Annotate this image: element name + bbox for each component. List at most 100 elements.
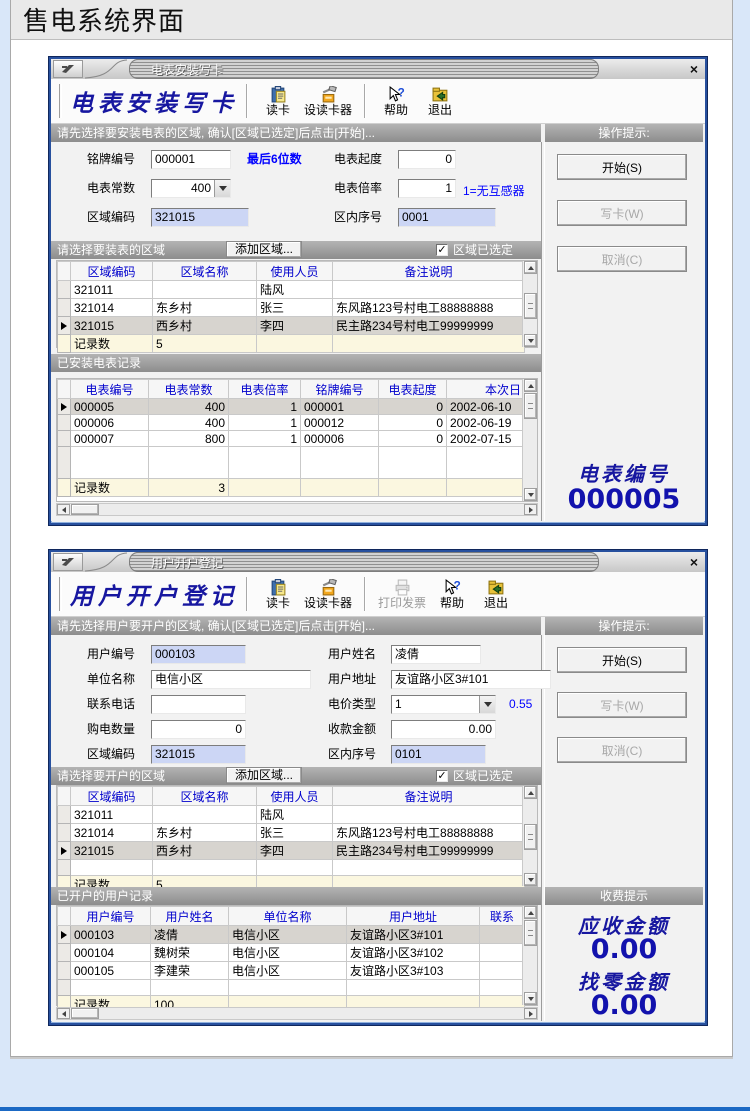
multiplier-input[interactable]: 1 bbox=[398, 179, 456, 198]
help-button[interactable]: ? 帮助 bbox=[374, 84, 418, 118]
scroll-thumb[interactable] bbox=[524, 824, 537, 850]
scroll-left-icon[interactable] bbox=[57, 1008, 70, 1019]
user-addr-input[interactable]: 友谊路小区3#101 bbox=[391, 670, 551, 689]
window2-titlebar[interactable]: 用户开户登记 × bbox=[51, 552, 705, 572]
table-row-selected[interactable]: 321015西乡村 李四民主路234号村电工99999999 bbox=[58, 842, 525, 860]
start-reading-input[interactable]: 0 bbox=[398, 150, 456, 169]
col-user-person: 使用人员 bbox=[257, 262, 333, 281]
content-panel: 售电系统界面 电表安装写卡 × 电表安装写卡 读卡 bbox=[10, 0, 733, 1057]
price-type-combobox[interactable]: 1 bbox=[391, 695, 496, 714]
phone-input[interactable] bbox=[151, 695, 246, 714]
nameplate-label: 铭牌编号 bbox=[87, 150, 135, 169]
area-code-input[interactable]: 321015 bbox=[151, 745, 246, 764]
table-row[interactable]: 000104魏树荣 电信小区友谊路小区3#102 bbox=[58, 944, 525, 962]
scroll-down-icon[interactable] bbox=[524, 992, 537, 1005]
scroll-thumb[interactable] bbox=[524, 920, 537, 946]
area-seq-input[interactable]: 0001 bbox=[398, 208, 496, 227]
horizontal-scrollbar[interactable] bbox=[56, 503, 538, 516]
region-selected-checkbox[interactable] bbox=[436, 770, 448, 782]
receivable-value: 0.00 bbox=[545, 934, 703, 965]
dropdown-arrow-icon[interactable] bbox=[214, 180, 230, 197]
table-filler bbox=[58, 447, 525, 479]
amount-input[interactable]: 0.00 bbox=[391, 720, 496, 739]
set-reader-label: 设读卡器 bbox=[304, 103, 352, 117]
table-row[interactable]: 000105李建荣 电信小区友谊路小区3#103 bbox=[58, 962, 525, 980]
print-invoice-button[interactable]: 打印发票 bbox=[374, 577, 430, 611]
cancel-button[interactable]: 取消(C) bbox=[557, 246, 687, 272]
amount-label: 收款金额 bbox=[328, 720, 376, 739]
table-row-selected[interactable]: 321015西乡村 李四民主路234号村电工99999999 bbox=[58, 317, 525, 335]
dropdown-arrow-icon[interactable] bbox=[479, 696, 495, 713]
area-code-label: 区域编码 bbox=[87, 745, 135, 764]
help-button[interactable]: ? 帮助 bbox=[430, 577, 474, 611]
region-selected-checkbox[interactable] bbox=[436, 244, 448, 256]
start-button[interactable]: 开始(S) bbox=[557, 154, 687, 180]
scroll-up-icon[interactable] bbox=[524, 786, 537, 799]
read-card-button[interactable]: 读卡 bbox=[256, 577, 300, 611]
table-row[interactable]: 321011 陆风 bbox=[58, 281, 525, 299]
exit-button[interactable]: 退出 bbox=[474, 577, 518, 611]
area-seq-input[interactable]: 0101 bbox=[391, 745, 486, 764]
table-row-selected[interactable]: 000005400 1000001 02002-06-10 bbox=[58, 399, 525, 415]
scroll-up-icon[interactable] bbox=[524, 379, 537, 392]
area-code-input[interactable]: 321015 bbox=[151, 208, 249, 227]
constant-label: 电表常数 bbox=[87, 179, 135, 198]
purchase-qty-input[interactable]: 0 bbox=[151, 720, 246, 739]
scroll-thumb[interactable] bbox=[71, 1008, 99, 1019]
table-row[interactable]: 321014东乡村 张三东风路123号村电工88888888 bbox=[58, 824, 525, 842]
table-row[interactable]: 321011 陆风 bbox=[58, 806, 525, 824]
toolbar-separator bbox=[246, 577, 248, 611]
close-icon[interactable]: × bbox=[687, 554, 705, 570]
scroll-right-icon[interactable] bbox=[524, 1008, 537, 1019]
heading-groove bbox=[59, 84, 62, 118]
clipboard-icon bbox=[270, 578, 287, 596]
region-selected-label: 区域已选定 bbox=[453, 767, 513, 785]
window1-titlebar[interactable]: 电表安装写卡 × bbox=[51, 59, 705, 79]
page-title: 售电系统界面 bbox=[23, 1, 185, 38]
vertical-scrollbar[interactable] bbox=[522, 786, 537, 886]
set-reader-button[interactable]: 设读卡器 bbox=[300, 577, 356, 611]
scroll-down-icon[interactable] bbox=[524, 334, 537, 347]
scroll-right-icon[interactable] bbox=[524, 504, 537, 515]
table-row[interactable]: 321014东乡村 张三东风路123号村电工88888888 bbox=[58, 299, 525, 317]
user-no-input[interactable]: 000103 bbox=[151, 645, 246, 664]
set-reader-button[interactable]: 设读卡器 bbox=[300, 84, 356, 118]
exit-button[interactable]: 退出 bbox=[418, 84, 462, 118]
start-button[interactable]: 开始(S) bbox=[557, 647, 687, 673]
scroll-up-icon[interactable] bbox=[524, 261, 537, 274]
meter-no-value: 000005 bbox=[545, 484, 703, 515]
table-row-selected[interactable]: 000103凌倩 电信小区友谊路小区3#101 bbox=[58, 926, 525, 944]
scroll-up-icon[interactable] bbox=[524, 906, 537, 919]
multiplier-hint: 1=无互感器 bbox=[463, 182, 525, 201]
user-name-input[interactable]: 凌倩 bbox=[391, 645, 481, 664]
table-row[interactable]: 000006400 1000012 02002-06-19 bbox=[58, 415, 525, 431]
write-card-button[interactable]: 写卡(W) bbox=[557, 200, 687, 226]
scroll-down-icon[interactable] bbox=[524, 873, 537, 886]
installed-meters-table: 电表编号 电表常数 电表倍率 铭牌编号 电表起度 本次日 000005400 1… bbox=[56, 378, 538, 502]
add-region-button[interactable]: 添加区域... bbox=[226, 767, 302, 784]
nameplate-hint: 最后6位数 bbox=[247, 150, 302, 169]
current-record-icon bbox=[61, 403, 67, 411]
add-region-button[interactable]: 添加区域... bbox=[226, 241, 302, 258]
nameplate-input[interactable]: 000001 bbox=[151, 150, 231, 169]
scroll-thumb[interactable] bbox=[524, 393, 537, 419]
unit-name-input[interactable]: 电信小区 bbox=[151, 670, 311, 689]
write-card-button[interactable]: 写卡(W) bbox=[557, 692, 687, 718]
vertical-scrollbar[interactable] bbox=[522, 261, 537, 347]
close-icon[interactable]: × bbox=[687, 61, 705, 77]
table-row[interactable]: 000007800 1000006 02002-07-15 bbox=[58, 431, 525, 447]
scroll-thumb[interactable] bbox=[524, 293, 537, 319]
constant-combobox[interactable]: 400 bbox=[151, 179, 231, 198]
exit-label: 退出 bbox=[484, 596, 508, 610]
cancel-button[interactable]: 取消(C) bbox=[557, 737, 687, 763]
vertical-scrollbar[interactable] bbox=[522, 906, 537, 1005]
vertical-scrollbar[interactable] bbox=[522, 379, 537, 501]
read-card-label: 读卡 bbox=[266, 103, 290, 117]
clipboard-icon bbox=[270, 85, 287, 103]
scroll-left-icon[interactable] bbox=[57, 504, 70, 515]
scroll-thumb[interactable] bbox=[71, 504, 99, 515]
horizontal-scrollbar[interactable] bbox=[56, 1007, 538, 1020]
read-card-button[interactable]: 读卡 bbox=[256, 84, 300, 118]
help-label: 帮助 bbox=[440, 596, 464, 610]
scroll-down-icon[interactable] bbox=[524, 488, 537, 501]
